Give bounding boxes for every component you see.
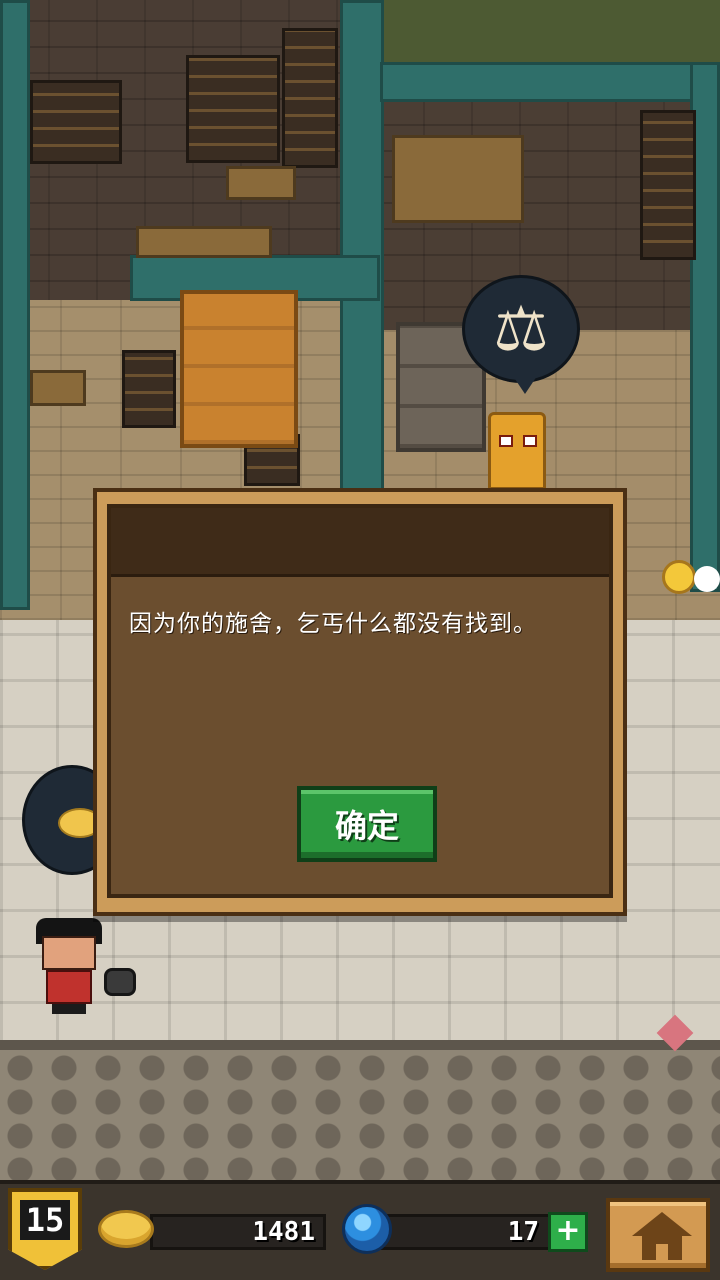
storage-chest [30,80,122,164]
white-flower-icon [694,566,720,592]
dialog-message: 因为你的施舍，乞丐什么都没有找到。 [129,611,537,637]
hero-legs [52,1004,86,1014]
teal-wall [380,62,720,102]
wooden-stool [30,370,86,406]
storage-chest [640,110,696,260]
shopkeeper-character[interactable] [488,412,546,490]
hero-face [42,936,96,970]
confirm-button[interactable]: 确定 [297,786,437,862]
level-badge[interactable]: 15 [8,1188,82,1270]
weapon-shelf [180,290,298,448]
teal-wall [340,0,384,500]
sunflower-icon [662,560,696,594]
dialog-header [111,508,609,577]
shopkeeper-eye [523,435,537,447]
storage-chest [282,28,338,168]
hero-body [46,970,92,1004]
message-dialog: 因为你的施舍，乞丐什么都没有找到。 确定 [93,488,627,916]
teal-wall [0,0,30,610]
storage-chest [186,55,280,163]
storage-chest [122,350,176,428]
shopkeeper-eye [499,435,513,447]
home-icon-door [656,1244,668,1260]
blue-gem-icon [342,1204,392,1254]
bottom-hud: 15 1481 17 + [0,1180,720,1280]
wooden-bench [136,226,272,258]
home-button[interactable] [606,1198,710,1272]
shop-speech-bubble[interactable]: ⚖ [462,275,580,394]
player-level: 15 [19,1200,71,1240]
begging-bowl-icon [104,968,136,996]
dialog-panel: 因为你的施舍，乞丐什么都没有找到。 确定 [107,504,613,898]
coin-icon [98,1210,154,1248]
beggar-character[interactable] [34,918,104,1014]
gravel-road [0,1050,720,1180]
home-icon [632,1212,692,1236]
gold-counter: 1481 [150,1214,326,1250]
balance-scale-icon: ⚖ [493,292,549,365]
gem-amount: 17 [507,1217,539,1247]
gem-counter: 17 [380,1214,554,1250]
wooden-stool [226,166,296,200]
add-gems-button[interactable]: + [548,1212,588,1252]
wooden-crate [392,135,524,223]
gold-amount: 1481 [252,1217,315,1247]
